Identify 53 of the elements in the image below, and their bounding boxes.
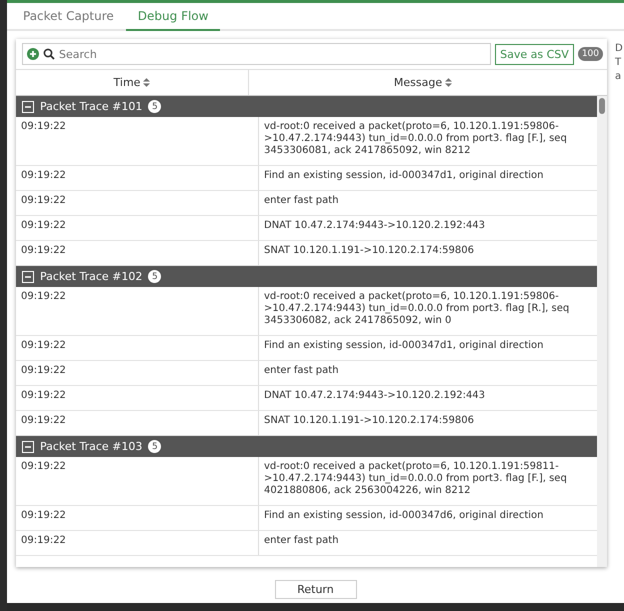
return-button[interactable]: Return (274, 580, 356, 599)
sort-icon (445, 78, 452, 87)
table-cell-text: vd-root:0 received a packet(proto=6, 10.120.1.191:59806->10.47.2.174:9443) tun_id=0.0.0.0 from port3. flag [R.], seq 3453306082, ack 2417865092, win 0 (263, 290, 570, 328)
table-cell: 09:19:22 (16, 336, 259, 360)
count-badge: 5 (148, 270, 162, 283)
group-header[interactable]: Packet Trace #101 5 (16, 96, 597, 117)
table-cell-text: vd-root:0 received a packet(proto=6, 10.120.1.191:59806->10.47.2.174:9443) tun_id=0.0.0.0 from port3. flag [F.], seq 3453306081, ack 2417865092, win 8212 (263, 120, 568, 158)
table-cell-text: SNAT 10.120.1.191->10.120.2.174:59806 (263, 244, 475, 258)
table-cell-text: enter fast path (263, 364, 340, 378)
table-cell: 09:19:22 (16, 241, 259, 265)
table-cell-text: Find an existing session, id-000347d1, original direction (263, 169, 544, 183)
table-cell-text: DNAT 10.47.2.174:9443->10.120.2.192:443 (263, 219, 486, 233)
save-csv-button[interactable]: Save as CSV (495, 44, 574, 64)
table-cell: 09:19:22 (16, 531, 259, 555)
column-header[interactable]: Message (249, 70, 597, 95)
table-cell-text: enter fast path (263, 194, 340, 208)
table-cell-text: Find an existing session, id-000347d6, original direction (263, 509, 544, 523)
tab[interactable]: Packet Capture (11, 3, 126, 31)
side-text: T (615, 57, 622, 68)
column-header[interactable]: Time (16, 70, 249, 95)
group-title: Packet Trace #103 (40, 440, 142, 453)
group-title: Packet Trace #101 (40, 100, 142, 113)
table-cell: 09:19:22 (16, 361, 259, 385)
collapse-icon[interactable] (22, 100, 34, 112)
side-text: a (615, 71, 622, 82)
table-cell-text: Find an existing session, id-000347d1, original direction (263, 339, 544, 353)
table-cell: 09:19:22 (16, 166, 259, 190)
table-cell-text: enter fast path (263, 534, 340, 548)
table-cell: 09:19:22 (16, 386, 259, 410)
search-icon (43, 48, 55, 60)
collapse-icon[interactable] (22, 270, 34, 282)
search-field[interactable]: Search (22, 43, 492, 65)
group-title: Packet Trace #102 (40, 270, 142, 283)
count-badge: 5 (148, 100, 162, 113)
group-header[interactable]: Packet Trace #103 5 (16, 436, 597, 457)
table-cell: 09:19:22 (16, 506, 259, 530)
table-cell: 09:19:22 (16, 411, 259, 435)
scrollbar-thumb[interactable] (599, 98, 605, 114)
collapse-icon[interactable] (22, 440, 34, 452)
side-text: D (615, 43, 623, 54)
table-cell-text: vd-root:0 received a packet(proto=6, 10.120.1.191:59811->10.47.2.174:9443) tun_id=0.0.0.0 from port3. flag [F.], seq 4021880806, ack 2563004226, win 8212 (263, 460, 568, 498)
table-cell-text: SNAT 10.120.1.191->10.120.2.174:59806 (263, 414, 475, 428)
table-cell: 09:19:22 (16, 287, 259, 335)
table-cell: 09:19:22 (16, 457, 259, 505)
table-cell: 09:19:22 (16, 191, 259, 215)
table-cell-text: DNAT 10.47.2.174:9443->10.120.2.192:443 (263, 389, 486, 403)
group-header[interactable]: Packet Trace #102 5 (16, 266, 597, 287)
table-cell: 09:19:22 (16, 216, 259, 240)
tab[interactable]: Debug Flow (126, 3, 220, 31)
count-badge: 100 (578, 47, 603, 61)
count-badge: 5 (148, 440, 162, 453)
sort-icon (143, 78, 150, 87)
table-cell: 09:19:22 (16, 117, 259, 165)
